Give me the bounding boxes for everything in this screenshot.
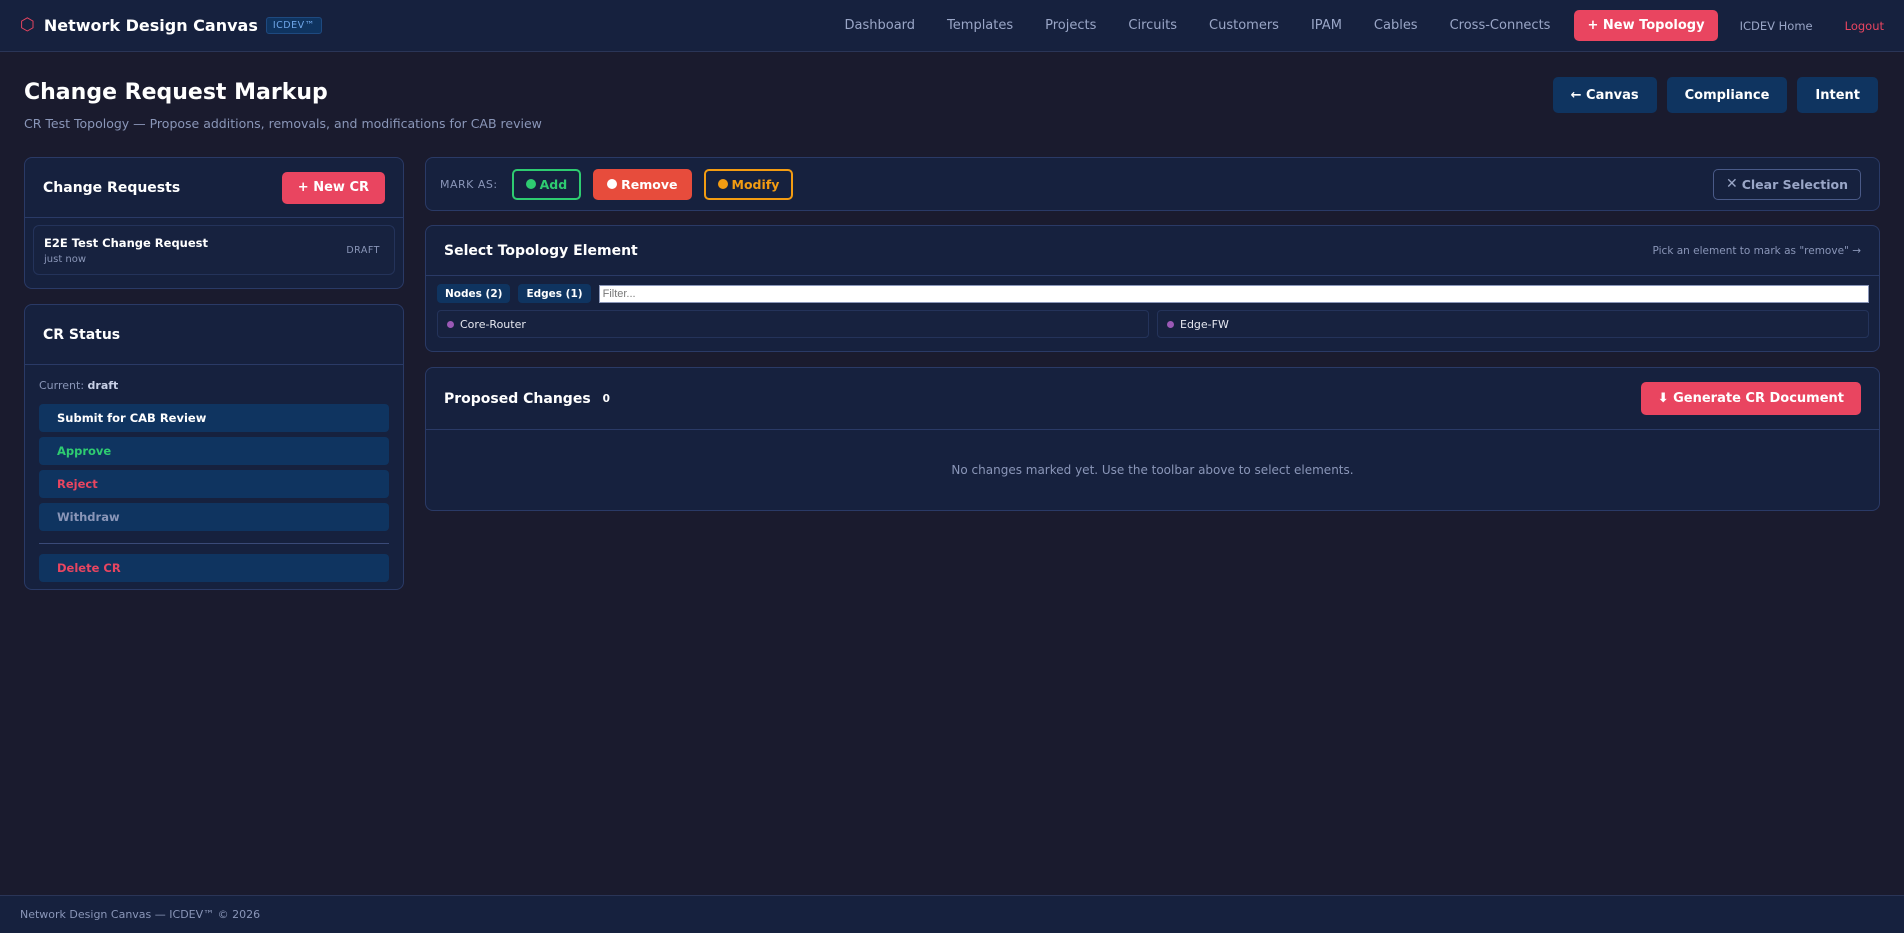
- cr-status-badge: DRAFT: [346, 245, 380, 256]
- select-topology-panel: Select Topology Element Pick an element …: [425, 225, 1880, 352]
- cr-status-panel: CR Status Current: draft Submit for CAB …: [24, 304, 404, 590]
- brand-badge: ICDEV™: [265, 17, 322, 34]
- mark-modify-label: Modify: [731, 176, 780, 192]
- footer-text: Network Design Canvas — ICDEV™ © 2026: [20, 908, 261, 921]
- approve-button[interactable]: Approve: [39, 437, 389, 465]
- hexagon-logo-icon: ⬡: [20, 15, 35, 35]
- brand[interactable]: ⬡ Network Design Canvas ICDEV™: [20, 16, 322, 35]
- nav-links: Dashboard Templates Projects Circuits Cu…: [813, 10, 1884, 41]
- clear-selection-label: Clear Selection: [1741, 176, 1848, 192]
- nav-link-ipam[interactable]: IPAM: [1311, 18, 1342, 33]
- remove-dot-icon: [607, 179, 618, 189]
- cr-list-item[interactable]: E2E Test Change Request just now DRAFT: [33, 225, 395, 275]
- empty-changes-message: No changes marked yet. Use the toolbar a…: [951, 463, 1354, 477]
- withdraw-button[interactable]: Withdraw: [39, 503, 389, 531]
- intent-button[interactable]: Intent: [1797, 77, 1878, 113]
- add-dot-icon: [525, 179, 536, 189]
- submit-cab-review-button[interactable]: Submit for CAB Review: [39, 404, 389, 432]
- tab-nodes[interactable]: Nodes (2): [437, 284, 511, 303]
- select-topology-title: Select Topology Element: [444, 242, 638, 259]
- nav-link-circuits[interactable]: Circuits: [1128, 18, 1177, 33]
- mark-as-label: MARK AS:: [440, 177, 498, 191]
- node-label: Core-Router: [460, 317, 526, 331]
- current-status-value: draft: [87, 379, 119, 392]
- proposed-changes-panel: Proposed Changes 0 ⬇ Generate CR Documen…: [425, 367, 1880, 511]
- mark-add-label: Add: [539, 176, 568, 192]
- logout-link[interactable]: Logout: [1845, 19, 1884, 33]
- mark-modify-button[interactable]: Modify: [703, 168, 794, 200]
- footer: Network Design Canvas — ICDEV™ © 2026: [0, 895, 1904, 933]
- proposed-changes-header: Proposed Changes 0 ⬇ Generate CR Documen…: [426, 368, 1879, 430]
- node-item-edge-fw[interactable]: Edge-FW: [1157, 310, 1869, 338]
- pick-element-hint: Pick an element to mark as "remove" →: [1652, 244, 1861, 257]
- top-navbar: ⬡ Network Design Canvas ICDEV™ Dashboard…: [0, 0, 1904, 52]
- node-item-core-router[interactable]: Core-Router: [437, 310, 1149, 338]
- cr-item-time: just now: [44, 254, 87, 265]
- node-dot-icon: [447, 320, 454, 328]
- nav-link-cables[interactable]: Cables: [1374, 18, 1418, 33]
- brand-title: Network Design Canvas: [43, 16, 258, 35]
- nav-link-projects[interactable]: Projects: [1045, 18, 1096, 33]
- proposed-changes-title: Proposed Changes: [444, 390, 591, 407]
- status-divider: [39, 543, 389, 544]
- filter-input[interactable]: [598, 284, 1869, 303]
- changes-count-badge: 0: [602, 392, 610, 405]
- cr-status-body: Current: draft Submit for CAB Review App…: [25, 365, 403, 601]
- select-topology-header: Select Topology Element Pick an element …: [426, 226, 1879, 276]
- cr-item-title: E2E Test Change Request: [44, 236, 209, 250]
- node-label: Edge-FW: [1180, 317, 1229, 331]
- page-subtitle: CR Test Topology — Propose additions, re…: [24, 116, 542, 131]
- node-list: Core-Router Edge-FW: [426, 303, 1879, 338]
- cr-status-title: CR Status: [43, 326, 121, 343]
- nav-link-cross-connects[interactable]: Cross-Connects: [1450, 18, 1551, 33]
- new-cr-button[interactable]: + New CR: [281, 171, 385, 204]
- icdev-home-link[interactable]: ICDEV Home: [1740, 19, 1813, 33]
- mark-remove-label: Remove: [621, 176, 678, 192]
- mark-as-toolbar: MARK AS: Add Remove Modify ✕ Clear Selec…: [425, 157, 1880, 211]
- node-dot-icon: [1167, 320, 1174, 328]
- reject-button[interactable]: Reject: [39, 470, 389, 498]
- close-icon: ✕: [1725, 176, 1738, 192]
- cr-status-header: CR Status: [25, 305, 403, 365]
- mark-add-button[interactable]: Add: [511, 168, 582, 200]
- header-actions: ← Canvas Compliance Intent: [1543, 77, 1878, 113]
- change-requests-title: Change Requests: [43, 179, 181, 196]
- change-requests-header: Change Requests + New CR: [25, 158, 403, 218]
- mark-remove-button[interactable]: Remove: [593, 168, 692, 200]
- compliance-button[interactable]: Compliance: [1666, 77, 1788, 113]
- filter-row: Nodes (2) Edges (1): [426, 276, 1879, 303]
- modify-dot-icon: [717, 179, 728, 189]
- current-status-label: Current:: [39, 379, 85, 392]
- tab-edges[interactable]: Edges (1): [518, 284, 591, 303]
- change-requests-panel: Change Requests + New CR E2E Test Change…: [24, 157, 404, 289]
- generate-cr-document-button[interactable]: ⬇ Generate CR Document: [1640, 382, 1861, 415]
- page-title: Change Request Markup: [24, 80, 328, 105]
- current-status-line: Current: draft: [39, 379, 389, 392]
- nav-link-customers[interactable]: Customers: [1209, 18, 1279, 33]
- nav-link-templates[interactable]: Templates: [947, 18, 1013, 33]
- delete-cr-button[interactable]: Delete CR: [39, 554, 389, 582]
- new-topology-button[interactable]: + New Topology: [1574, 10, 1718, 41]
- nav-link-dashboard[interactable]: Dashboard: [845, 18, 916, 33]
- clear-selection-button[interactable]: ✕ Clear Selection: [1712, 168, 1861, 200]
- canvas-button[interactable]: ← Canvas: [1552, 77, 1657, 113]
